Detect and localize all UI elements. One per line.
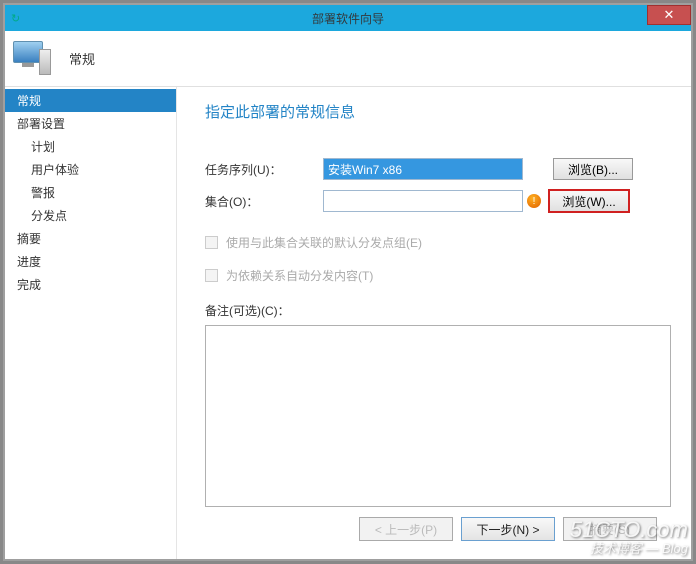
next-button[interactable]: 下一步(N) > <box>461 517 555 541</box>
sidebar-item-progress[interactable]: 进度 <box>5 250 176 273</box>
sidebar-item-schedule[interactable]: 计划 <box>5 135 176 158</box>
sidebar-item-complete[interactable]: 完成 <box>5 273 176 296</box>
sidebar-item-general[interactable]: 常规 <box>5 89 176 112</box>
wizard-window: ↻ 部署软件向导 ✕ 常规 常规 部署设置 计划 用户体验 警报 分发点 摘要 … <box>3 3 693 561</box>
sidebar-item-summary[interactable]: 摘要 <box>5 227 176 250</box>
previous-button[interactable]: < 上一步(P) <box>359 517 453 541</box>
header-title: 常规 <box>69 49 95 68</box>
watermark-sub: 技术博客 — Blog <box>570 542 688 556</box>
header: 常规 <box>5 31 691 87</box>
browse-w-button[interactable]: 浏览(W)... <box>549 190 629 212</box>
notes-textarea[interactable] <box>205 325 671 507</box>
sidebar-item-deploy-settings[interactable]: 部署设置 <box>5 112 176 135</box>
sidebar-item-alerts[interactable]: 警报 <box>5 181 176 204</box>
window-title: 部署软件向导 <box>5 10 691 27</box>
sidebar-item-distribution-points[interactable]: 分发点 <box>5 204 176 227</box>
watermark: 51CTO.com 技术博客 — Blog <box>570 518 688 556</box>
refresh-icon[interactable]: ↻ <box>11 12 20 25</box>
task-sequence-row: 任务序列(U)： 浏览(B)... <box>205 158 671 180</box>
collection-label: 集合(O)： <box>205 193 315 210</box>
warning-icon: ! <box>527 194 541 208</box>
checkbox-row-2: 为依赖关系自动分发内容(T) <box>205 267 671 284</box>
collection-input[interactable] <box>323 190 523 212</box>
close-button[interactable]: ✕ <box>647 5 691 25</box>
body: 常规 部署设置 计划 用户体验 警报 分发点 摘要 进度 完成 指定此部署的常规… <box>5 87 691 559</box>
sidebar: 常规 部署设置 计划 用户体验 警报 分发点 摘要 进度 完成 <box>5 87 177 559</box>
computer-icon <box>13 39 53 79</box>
main-panel: 指定此部署的常规信息 任务序列(U)： 浏览(B)... 集合(O)： ! 浏览… <box>177 87 691 559</box>
notes-label: 备注(可选)(C)： <box>205 302 671 319</box>
collection-row: 集合(O)： ! 浏览(W)... <box>205 190 671 212</box>
checkbox-default-groups <box>205 236 218 249</box>
checkbox-auto-dependencies <box>205 269 218 282</box>
task-input[interactable] <box>323 158 523 180</box>
sidebar-item-user-experience[interactable]: 用户体验 <box>5 158 176 181</box>
checkbox-label-2: 为依赖关系自动分发内容(T) <box>226 267 373 284</box>
checkbox-label-1: 使用与此集合关联的默认分发点组(E) <box>226 234 422 251</box>
page-title: 指定此部署的常规信息 <box>205 101 671 122</box>
task-label: 任务序列(U)： <box>205 161 315 178</box>
browse-b-button[interactable]: 浏览(B)... <box>553 158 633 180</box>
checkbox-row-1: 使用与此集合关联的默认分发点组(E) <box>205 234 671 251</box>
titlebar: ↻ 部署软件向导 ✕ <box>5 5 691 31</box>
watermark-main: 51CTO.com <box>570 518 688 542</box>
